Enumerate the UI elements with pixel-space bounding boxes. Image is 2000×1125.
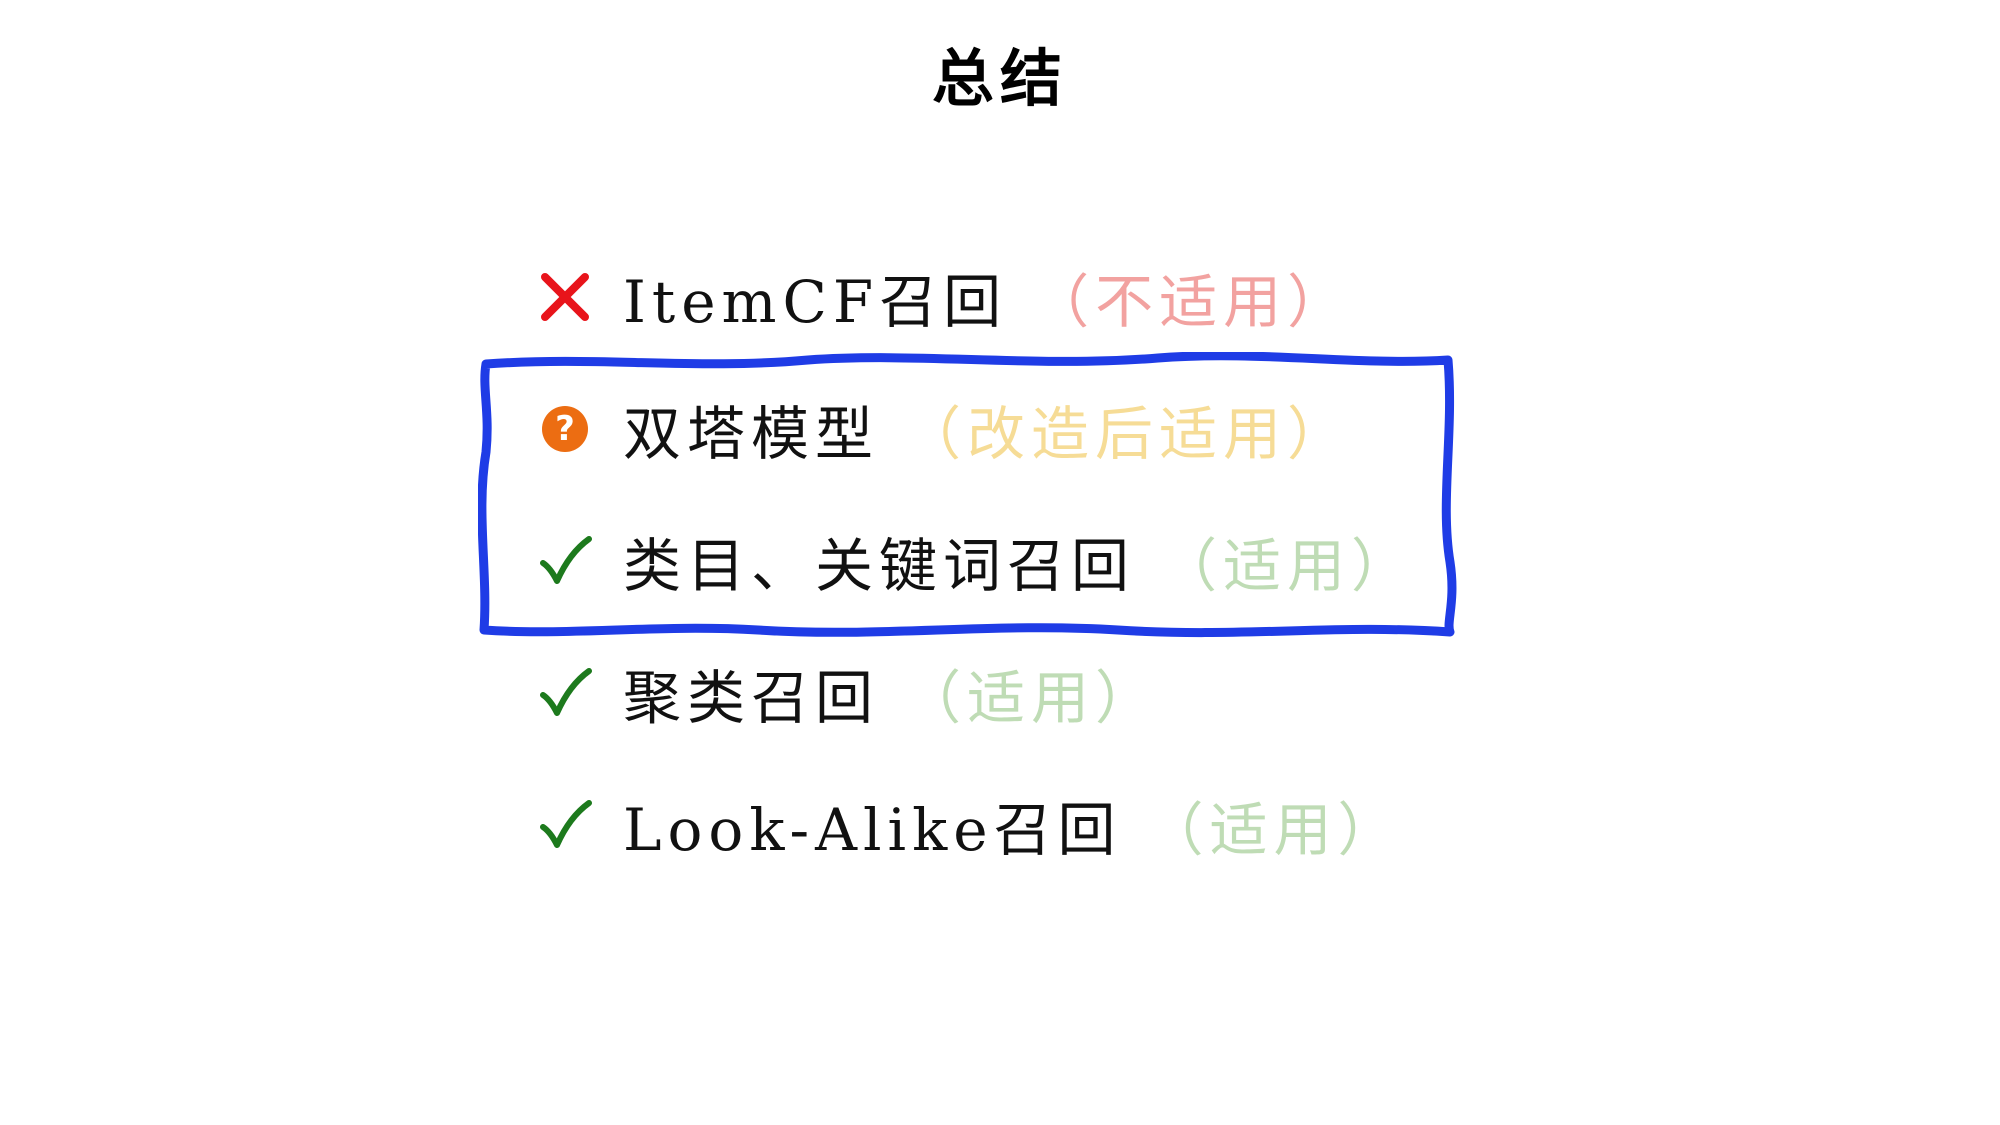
item-label: 聚类召回: [623, 664, 880, 732]
slide: 总结 ItemCF召回 （不适用） ? 双塔模型 （改造后适用） 类目、关键词召…: [0, 0, 2000, 1125]
list-item-itemcf: ItemCF召回 （不适用）: [535, 252, 1351, 342]
question-icon: ?: [542, 406, 588, 452]
list-item-category-keyword: 类目、关键词召回 （适用）: [535, 516, 1415, 606]
item-label: 类目、关键词召回: [623, 532, 1136, 600]
list-item-look-alike: Look-Alike召回 （适用）: [535, 780, 1402, 870]
item-status: （适用）: [903, 664, 1160, 732]
check-icon: [535, 795, 595, 855]
item-status: （适用）: [1145, 796, 1402, 864]
check-icon: [535, 663, 595, 723]
list-item-cluster: 聚类召回 （适用）: [535, 648, 1159, 738]
question-icon-wrapper: ?: [535, 399, 595, 459]
slide-title: 总结: [931, 42, 1068, 115]
item-status: （适用）: [1159, 532, 1416, 600]
check-icon: [535, 531, 595, 591]
item-label: ItemCF召回: [623, 268, 1008, 336]
list-item-two-tower: ? 双塔模型 （改造后适用）: [535, 384, 1351, 474]
item-status: （改造后适用）: [903, 400, 1352, 468]
item-label: Look-Alike召回: [623, 796, 1122, 864]
item-status: （不适用）: [1031, 268, 1352, 336]
cross-icon: [535, 267, 595, 327]
item-label: 双塔模型: [623, 400, 880, 468]
